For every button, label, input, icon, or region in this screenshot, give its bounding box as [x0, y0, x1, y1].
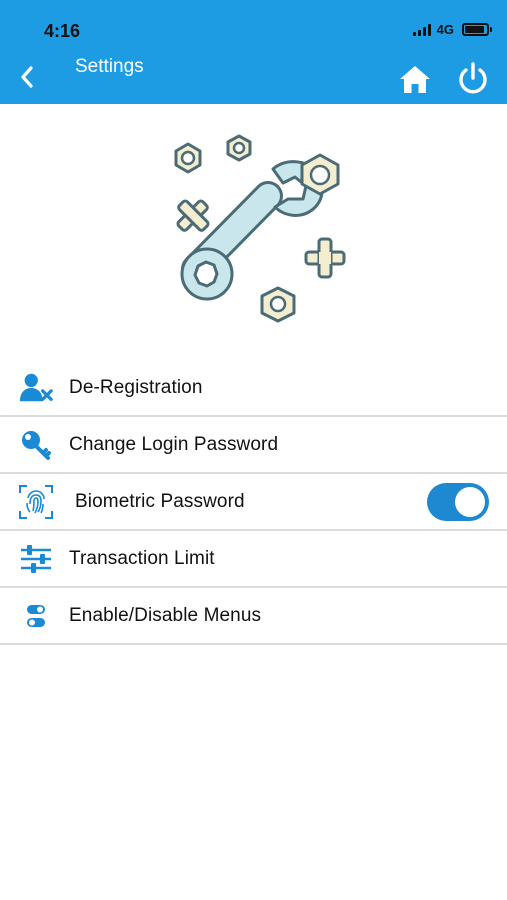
status-indicators: 4G	[412, 22, 492, 37]
biometric-toggle[interactable]	[427, 482, 489, 521]
signal-icon	[412, 23, 431, 36]
back-button[interactable]	[12, 60, 42, 94]
user-remove-icon	[18, 371, 54, 405]
menu-item-label: Enable/Disable Menus	[69, 604, 262, 626]
chevron-left-icon	[21, 66, 33, 88]
key-icon	[18, 428, 54, 462]
crossed-bandage-icon	[176, 199, 210, 232]
menu-item-enable-disable-menus[interactable]: Enable/Disable Menus	[0, 588, 507, 645]
status-time: 4:16	[44, 21, 81, 41]
page-title: Settings	[75, 56, 144, 77]
menu-item-biometric-password[interactable]: Biometric Password	[0, 474, 507, 531]
settings-illustration	[174, 134, 346, 323]
home-button[interactable]	[397, 62, 433, 96]
menu-item-label: Biometric Password	[75, 490, 245, 512]
power-icon	[459, 62, 487, 94]
hex-nut-icon	[226, 134, 252, 162]
menu-item-transaction-limit[interactable]: Transaction Limit	[0, 531, 507, 588]
sliders-icon	[18, 542, 54, 576]
menu-item-de-registration[interactable]: De-Registration	[0, 360, 507, 417]
menu-item-label: Transaction Limit	[69, 547, 215, 569]
hex-nut-icon	[174, 142, 202, 174]
network-type: 4G	[436, 22, 454, 37]
hex-nut-icon	[300, 153, 340, 196]
menu-item-label: Change Login Password	[69, 433, 279, 455]
app-header: 4:16 4G Settings	[0, 0, 507, 104]
toggle-knob	[455, 486, 485, 517]
settings-menu: De-Registration Change Login Password Bi…	[0, 360, 507, 645]
power-button[interactable]	[455, 61, 491, 97]
hex-nut-icon	[260, 286, 296, 323]
toggles-icon	[18, 599, 54, 633]
home-icon	[400, 66, 430, 93]
plus-bandage-icon	[304, 237, 346, 279]
menu-item-change-login-password[interactable]: Change Login Password	[0, 417, 507, 474]
fingerprint-icon	[18, 484, 54, 519]
menu-item-label: De-Registration	[69, 376, 203, 398]
battery-icon	[462, 23, 492, 36]
